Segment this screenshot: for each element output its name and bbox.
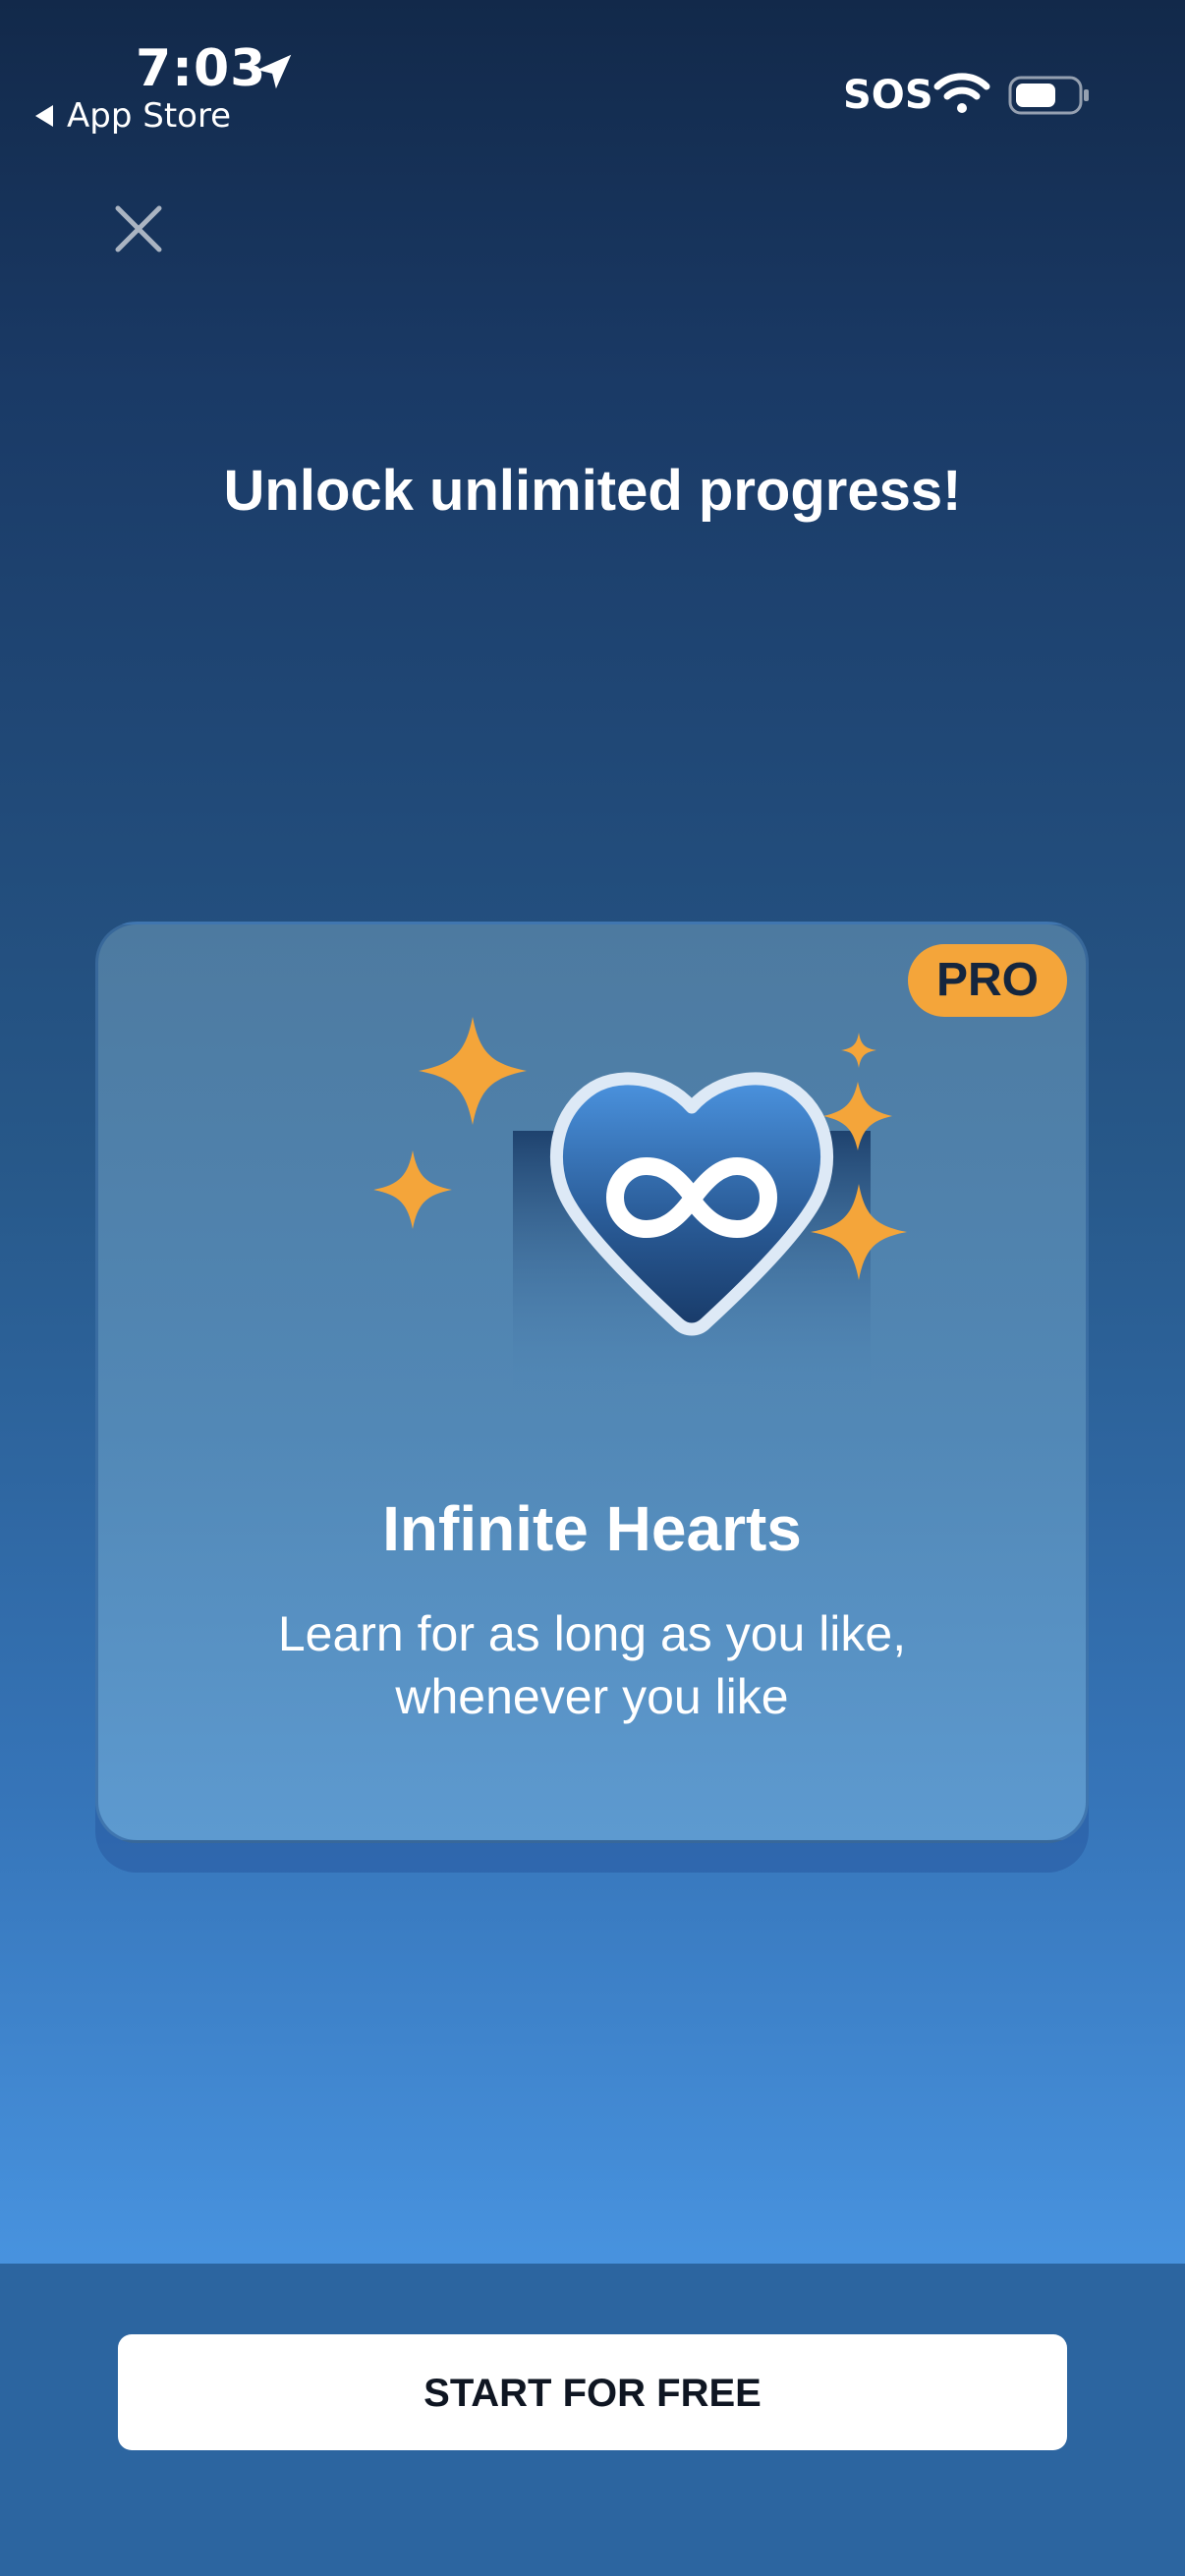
sparkle-icon <box>419 1017 527 1125</box>
back-triangle-icon <box>35 105 53 127</box>
status-bar: 7:03 App Store SOS <box>0 0 1185 157</box>
infinite-hearts-illustration <box>373 1017 907 1396</box>
status-time: 7:03 <box>136 39 267 98</box>
feature-card: PRO Infinite Hearts Learn for as long as… <box>95 922 1089 1843</box>
sos-indicator: SOS <box>843 73 933 118</box>
back-to-app-store[interactable]: App Store <box>35 96 231 136</box>
start-for-free-button[interactable]: START FOR FREE <box>118 2334 1067 2450</box>
bottom-action-bar: START FOR FREE <box>0 2264 1185 2576</box>
location-arrow-icon <box>256 54 292 89</box>
page-headline: Unlock unlimited progress! <box>223 459 962 523</box>
feature-title: Infinite Hearts <box>382 1493 802 1564</box>
battery-icon <box>1008 76 1089 115</box>
wifi-icon <box>933 73 990 113</box>
feature-description: Learn for as long as you like, whenever … <box>277 1606 907 1724</box>
sparkle-icon <box>841 1033 876 1068</box>
sparkle-icon <box>373 1150 452 1229</box>
close-icon[interactable] <box>106 196 171 261</box>
back-app-label: App Store <box>67 96 232 136</box>
